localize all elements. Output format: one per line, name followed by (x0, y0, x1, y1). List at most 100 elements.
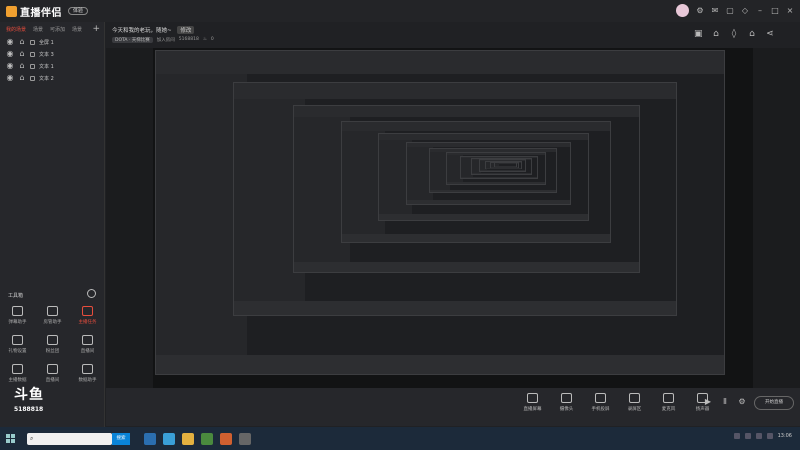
maximize-icon[interactable]: □ (771, 6, 779, 15)
source-label: 全屏 1 (39, 39, 54, 46)
phone-cast-button[interactable]: 手机投屏 (588, 393, 613, 412)
volume-icon[interactable] (766, 433, 773, 439)
bottom-toolbar: 直播屏幕 摄像头 手机投屏 录屏区 麦克风 扬声器 ▶ Ⅱ ⚙ 开始直播 (106, 388, 800, 426)
record-controls: ▶ Ⅱ ⚙ (704, 398, 746, 406)
recursive-capture-preview (153, 48, 753, 388)
lock-icon[interactable]: ⌂ (18, 38, 26, 46)
share-icon[interactable]: ⋖ (766, 30, 774, 39)
douyu-watermark: 斗鱼 5188818 (14, 388, 44, 413)
edge-icon[interactable] (163, 432, 175, 445)
microphone-icon (663, 393, 674, 403)
tool-fans[interactable]: 粉丝团 (35, 335, 70, 354)
home-icon[interactable]: ⌂ (748, 30, 756, 39)
lock-icon[interactable]: ⌂ (18, 74, 26, 82)
fans-icon (47, 335, 58, 345)
tool-room[interactable]: 直播间 (70, 335, 105, 354)
source-label: 文本 2 (39, 75, 54, 82)
video-icon[interactable]: ▶ (704, 398, 712, 406)
network-icon[interactable] (755, 433, 762, 439)
room-icon (82, 335, 93, 345)
gift-box-icon[interactable]: ▣ (694, 30, 703, 39)
bell-icon[interactable]: ◊ (730, 30, 738, 39)
stream-meta: DOTA · 天梯比赛 加入房间 5168818 ♨ 0 (112, 37, 214, 43)
gift-icon[interactable]: ▢ (726, 6, 734, 15)
eye-icon[interactable]: ◉ (6, 38, 14, 46)
source-label: 文本 3 (39, 51, 54, 58)
app-icon[interactable] (239, 432, 251, 445)
lock-icon[interactable]: ⌂ (18, 50, 26, 58)
tab-my-scenes[interactable]: 我的场景 (6, 26, 26, 33)
phone-icon (595, 393, 606, 403)
category-chip[interactable]: DOTA · 天梯比赛 (112, 37, 153, 43)
eye-icon[interactable]: ◉ (6, 62, 14, 70)
record-area-button[interactable]: 录屏区 (622, 393, 647, 412)
source-item[interactable]: ◉ ⌂ 文本 2 (0, 72, 104, 84)
taskbar-search-button[interactable]: 搜索 (112, 432, 130, 445)
windows-taskbar: ⌕ 搜索 13:06 (0, 427, 800, 450)
tool-streamer-task[interactable]: 主播任务 (70, 306, 105, 325)
room-icon (47, 364, 58, 374)
stream-title: 今天和我的老玩，随她~ 修改 (112, 26, 195, 34)
tray-icon[interactable] (733, 433, 740, 439)
join-room-label: 加入房间 (156, 38, 175, 43)
eye-icon[interactable]: ◉ (6, 74, 14, 82)
app-name: 直播伴侣 (20, 7, 62, 19)
version-badge[interactable]: 体验 (68, 7, 89, 15)
tool-room-2[interactable]: 直播间 (35, 364, 70, 383)
taskbar-apps (144, 432, 251, 445)
start-live-button[interactable]: 开始直播 (754, 396, 794, 410)
scene-tabs: 我的场景 场景 可添加 场景 (0, 22, 104, 36)
record-icon (629, 393, 640, 403)
tool-room-manager[interactable]: 房管助手 (35, 306, 70, 325)
tab-scenes[interactable]: 场景 (33, 26, 43, 33)
minimize-icon[interactable]: – (756, 6, 764, 15)
wechat-icon[interactable] (201, 432, 213, 445)
close-icon[interactable]: × (786, 6, 794, 15)
tray-icon[interactable] (744, 433, 751, 439)
screen-capture-button[interactable]: 直播屏幕 (520, 393, 545, 412)
explorer-icon[interactable] (182, 432, 194, 445)
windows-start-icon[interactable] (6, 434, 15, 443)
bag-icon (82, 306, 93, 316)
search-icon: ⌕ (30, 434, 34, 442)
stream-header: 今天和我的老玩，随她~ 修改 DOTA · 天梯比赛 加入房间 5168818 … (106, 22, 800, 48)
app-logo: 直播伴侣 体验 (6, 4, 89, 19)
pause-icon[interactable]: Ⅱ (721, 398, 729, 406)
microphone-button[interactable]: 麦克风 (656, 393, 681, 412)
source-item[interactable]: ◉ ⌂ 文本 1 (0, 60, 104, 72)
hot-count: 0 (210, 37, 214, 42)
chart-icon (12, 364, 23, 374)
title-bar: 直播伴侣 体验 ⚙ ✉ ▢ ◇ – □ × (0, 0, 800, 22)
tool-streamer-data[interactable]: 主播数据 (0, 364, 35, 383)
clock: 13:06 (777, 433, 792, 439)
source-item[interactable]: ◉ ⌂ 全屏 1 (0, 36, 104, 48)
douyu-companion-icon[interactable] (220, 432, 232, 445)
tool-danmaku[interactable]: 弹幕助手 (0, 306, 35, 325)
camera-button[interactable]: 摄像头 (554, 393, 579, 412)
refresh-icon[interactable] (87, 289, 96, 298)
tab-scenes-2[interactable]: 场景 (72, 26, 82, 33)
taskbar-search-input[interactable]: ⌕ (27, 432, 112, 445)
lock-icon[interactable]: ⌂ (18, 62, 26, 70)
task-view-icon[interactable] (144, 432, 156, 445)
room-id: 5168818 (178, 37, 199, 42)
message-icon[interactable]: ✉ (711, 6, 719, 15)
add-scene-button[interactable]: + (92, 24, 100, 34)
watermark-room-number: 5188818 (14, 406, 44, 413)
lock-icon[interactable]: ⌂ (712, 30, 720, 39)
source-item[interactable]: ◉ ⌂ 文本 3 (0, 48, 104, 60)
system-tray: 13:06 (733, 433, 792, 439)
tab-addable[interactable]: 可添加 (50, 26, 65, 33)
edit-title-button[interactable]: 修改 (177, 26, 195, 34)
tool-data-assistant[interactable]: 数据助手 (70, 364, 105, 383)
settings-icon[interactable]: ⚙ (696, 6, 704, 15)
gear-icon[interactable]: ⚙ (738, 398, 746, 406)
avatar[interactable] (676, 4, 689, 17)
monitor-icon (527, 393, 538, 403)
nested-frame (494, 162, 517, 167)
skin-icon[interactable]: ◇ (741, 6, 749, 15)
tool-gift-settings[interactable]: 礼物设置 (0, 335, 35, 354)
eye-icon[interactable]: ◉ (6, 50, 14, 58)
stream-preview[interactable] (106, 48, 800, 388)
fire-icon: ♨ (202, 37, 207, 42)
